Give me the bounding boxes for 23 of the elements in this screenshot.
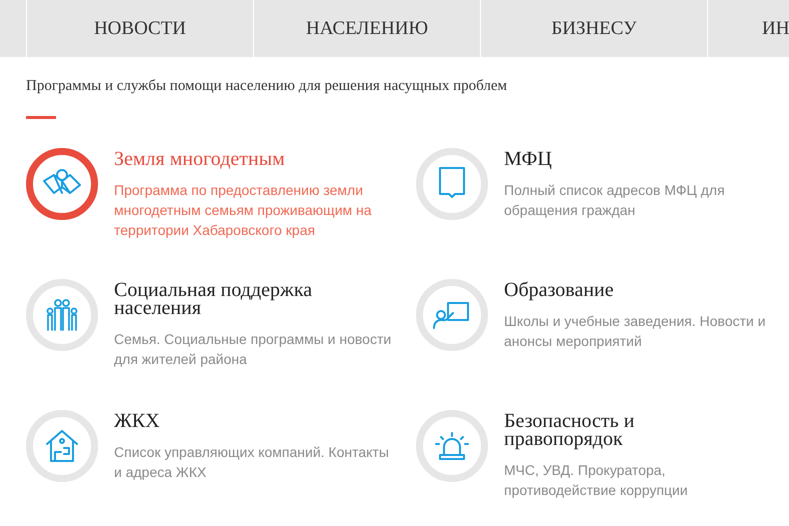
service-title[interactable]: Земля многодетным	[114, 150, 285, 168]
service-title[interactable]: Безопасность и правопорядок	[504, 412, 744, 448]
service-description: Семья. Социальные программы и новости для жителей района	[114, 330, 392, 369]
icon-circle[interactable]	[26, 148, 98, 220]
service-description: Список управляющих компаний. Контакты и адреса ЖКХ	[114, 443, 390, 482]
service-title[interactable]: Образование	[504, 281, 614, 299]
family-icon	[45, 298, 79, 332]
service-description: Программа по предоставлению земли многодетным семьям проживающим на территории Хабаровского края	[114, 181, 373, 240]
accent-rule	[26, 116, 56, 119]
section-subtitle: Программы и службы помощи населению для решения насущных проблем	[26, 78, 508, 95]
teacher-board-icon	[433, 300, 471, 330]
service-title[interactable]: ЖКХ	[114, 412, 160, 430]
service-description: Полный список адресов МФЦ для обращения граждан	[504, 181, 726, 220]
siren-icon	[433, 431, 471, 461]
service-title[interactable]: МФЦ	[504, 150, 552, 168]
nav-tab[interactable]: НОВОСТИ	[26, 0, 253, 57]
house-icon	[45, 428, 79, 464]
service-title[interactable]: Социальная поддержка населения	[114, 281, 354, 317]
service-description: Школы и учебные заведения. Новости и анонсы мероприятий	[504, 312, 767, 351]
nav-tab[interactable]: НАСЕЛЕНИЮ	[253, 0, 480, 57]
service-description: МЧС, УВД. Прокуратора, противодействие коррупции	[504, 461, 689, 500]
nav-tab[interactable]: ИН	[707, 0, 787, 57]
nav-tab[interactable]: БИЗНЕСУ	[480, 0, 707, 57]
